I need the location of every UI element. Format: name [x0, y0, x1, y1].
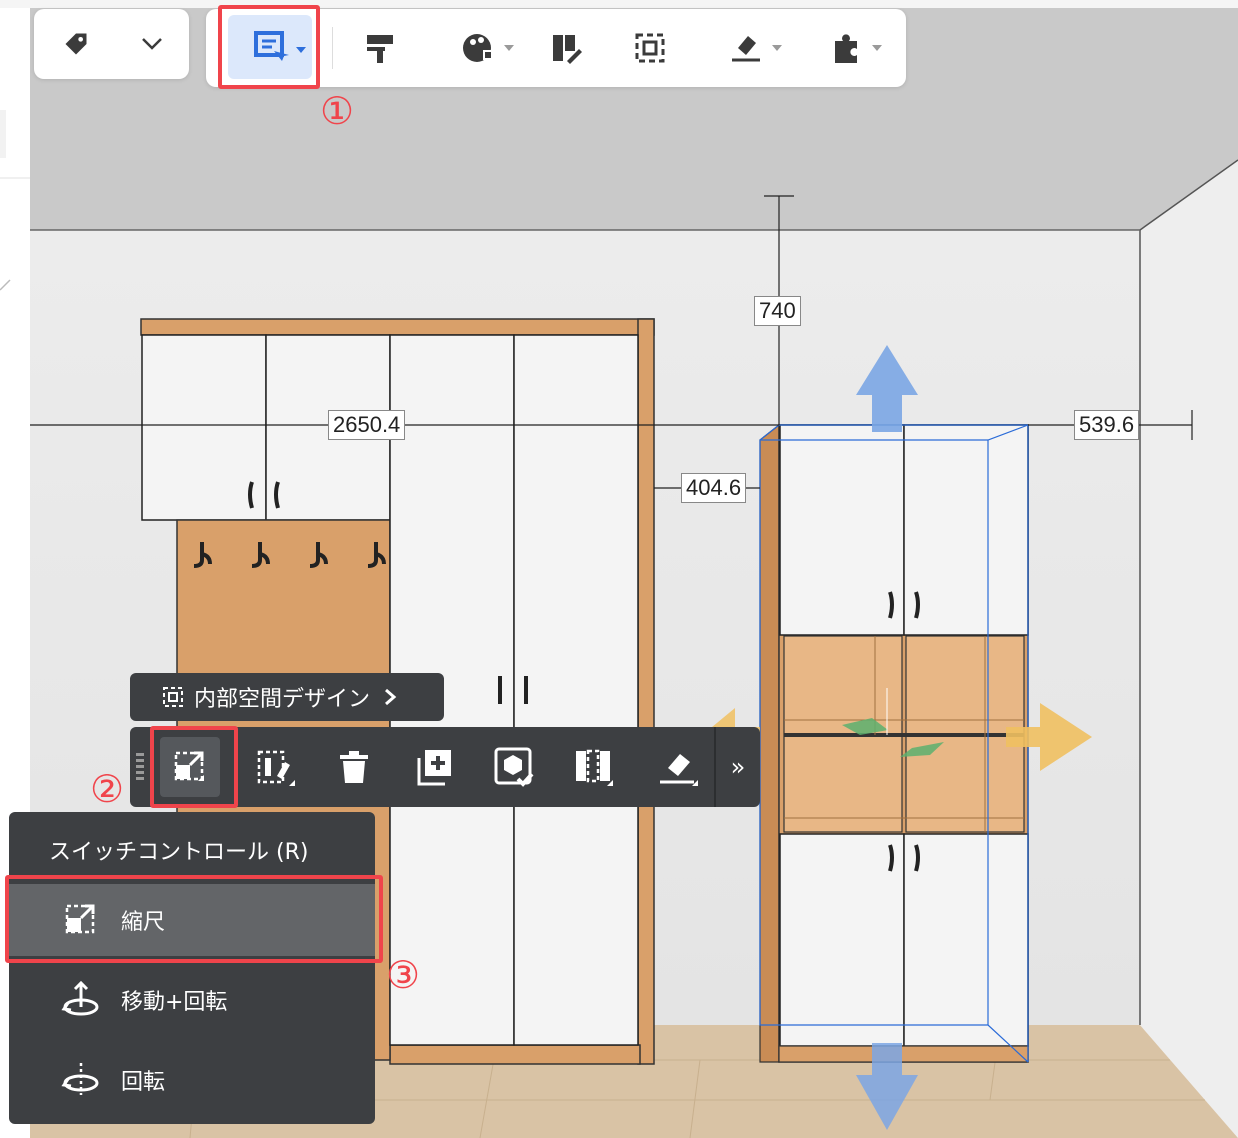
highlight-display-mode	[218, 5, 320, 89]
door-edit-button[interactable]	[542, 25, 590, 71]
highlight-scale-button	[150, 726, 238, 808]
tag-icon[interactable]	[56, 29, 96, 59]
chevron-down-icon[interactable]	[132, 29, 172, 59]
step2-marker: ②	[90, 767, 125, 811]
switch-control-menu: スイッチコントロール (R) 縮尺 移動+回転 回転	[9, 812, 375, 1124]
duplicate-button[interactable]	[400, 727, 468, 807]
step1-marker: ①	[320, 89, 355, 133]
door-panel-icon	[257, 750, 295, 786]
move-rotate-icon	[61, 980, 99, 1016]
paint-roller-icon	[367, 35, 393, 63]
dimension-label-top[interactable]: 740	[754, 296, 801, 326]
paint-button[interactable]	[356, 25, 404, 71]
menu-item-rotate[interactable]: 回転	[9, 1044, 375, 1116]
menu-item-label: 回転	[121, 1070, 166, 1095]
material-palette-icon	[463, 34, 493, 62]
more-tools-button[interactable]: »	[716, 727, 760, 807]
eraser-level-icon	[732, 36, 760, 62]
puzzle-icon	[835, 34, 857, 63]
dimension-label-middle-gap[interactable]: 404.6	[681, 473, 747, 503]
select-frame-icon	[635, 33, 665, 63]
split-button[interactable]	[560, 727, 628, 807]
duplicate-icon	[417, 750, 451, 786]
interior-frame-icon	[163, 687, 183, 707]
step3-marker: ③	[386, 953, 421, 997]
plugin-button[interactable]	[810, 25, 882, 71]
interior-design-tip[interactable]: 内部空間デザイン	[130, 673, 444, 721]
rotate-icon	[61, 1063, 99, 1095]
drag-handle[interactable]	[136, 753, 144, 781]
dimension-label-left-width[interactable]: 2650.4	[328, 410, 406, 440]
check-model-button[interactable]	[480, 727, 548, 807]
trash-icon	[340, 751, 368, 783]
highlight-scale-item	[5, 875, 383, 963]
menu-item-label: 移動+回転	[121, 990, 228, 1015]
eraser-level-icon	[660, 754, 698, 786]
door-edit-icon	[553, 35, 582, 64]
split-panel-icon	[576, 749, 613, 786]
level-tool-button[interactable]	[644, 727, 712, 807]
material-button[interactable]	[444, 25, 514, 71]
door-panel-button[interactable]	[242, 727, 310, 807]
chevron-right-icon	[385, 688, 397, 706]
tag-toolbar	[34, 9, 189, 79]
select-frame-button[interactable]	[626, 25, 674, 71]
level-button[interactable]	[710, 25, 782, 71]
interior-design-label: 内部空間デザイン	[194, 687, 371, 712]
delete-button[interactable]	[320, 727, 388, 807]
right-wall	[1140, 160, 1238, 1138]
menu-item-move-rotate[interactable]: 移動+回転	[9, 964, 375, 1036]
check-model-icon	[494, 747, 534, 787]
menu-title: スイッチコントロール (R)	[49, 840, 309, 865]
dimension-label-right-gap[interactable]: 539.6	[1074, 410, 1140, 440]
